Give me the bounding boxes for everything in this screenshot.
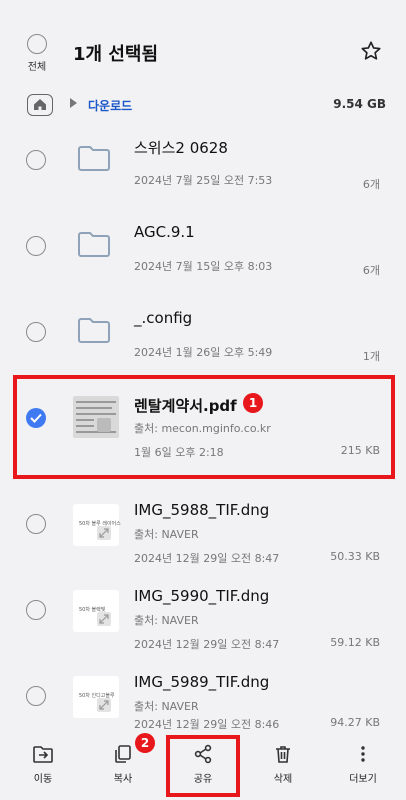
file-meta: 50.33 KB <box>330 550 380 563</box>
list-item[interactable]: 50차 블루 레이어스 IMG_5988_TIF.dng 출처: NAVER 2… <box>0 486 406 570</box>
move-label: 이동 <box>33 774 53 785</box>
file-name: _.config <box>134 309 193 327</box>
file-name: IMG_5988_TIF.dng <box>134 501 270 519</box>
file-name: IMG_5990_TIF.dng <box>134 587 270 605</box>
more-vertical-icon <box>361 746 365 762</box>
folder-icon <box>78 318 110 343</box>
selection-header: 전체 1개 선택됨 <box>0 0 406 88</box>
file-meta: 94.27 KB <box>330 716 380 729</box>
file-meta: 1개 <box>362 350 380 363</box>
row-checkbox[interactable] <box>26 514 46 534</box>
annotation-badge-1: 1 <box>243 393 263 413</box>
image-thumbnail: 50차 블랙빛 <box>73 590 119 632</box>
expand-icon <box>97 612 111 626</box>
home-button[interactable] <box>27 94 53 116</box>
delete-label: 삭제 <box>273 774 293 785</box>
list-item[interactable]: AGC.9.1 2024년 7월 15일 오후 8:03 6개 <box>0 208 406 292</box>
home-icon <box>34 99 46 110</box>
expand-icon <box>97 526 111 540</box>
select-all-label: 전체 <box>27 62 47 73</box>
more-label: 더보기 <box>349 774 377 785</box>
annotation-box-selected-file <box>13 375 395 479</box>
select-all-toggle[interactable]: 전체 <box>20 34 54 73</box>
copy-label: 복사 <box>113 774 133 785</box>
file-date: 2024년 1월 26일 오후 5:49 <box>134 346 273 359</box>
file-source: 출처: NAVER <box>134 700 199 713</box>
row-checkbox[interactable] <box>26 686 46 706</box>
expand-icon <box>97 698 111 712</box>
file-meta: 6개 <box>362 264 380 277</box>
file-meta: 59.12 KB <box>330 636 380 649</box>
image-thumbnail: 50차 블루 레이어스 <box>73 504 121 546</box>
storage-size: 9.54 GB <box>333 97 386 111</box>
select-all-checkbox[interactable] <box>27 34 47 54</box>
file-name: AGC.9.1 <box>134 223 195 241</box>
file-name: IMG_5989_TIF.dng <box>134 673 270 691</box>
copy-icon <box>115 745 131 763</box>
file-date: 2024년 12월 29일 오전 8:47 <box>134 638 280 651</box>
folder-icon <box>78 146 110 171</box>
row-checkbox[interactable] <box>26 322 46 342</box>
breadcrumb-folder[interactable]: 다운로드 <box>88 97 132 114</box>
row-checkbox[interactable] <box>26 236 46 256</box>
annotation-badge-2: 2 <box>135 733 155 753</box>
file-source: 출처: NAVER <box>134 614 199 627</box>
folder-icon <box>78 232 110 257</box>
trash-icon <box>276 746 290 763</box>
row-checkbox[interactable] <box>26 150 46 170</box>
list-item[interactable]: 50차 블랙빛 IMG_5990_TIF.dng 출처: NAVER 2024년… <box>0 572 406 656</box>
move-button[interactable]: 이동 <box>13 744 73 785</box>
file-name: 스위스2 0628 <box>134 139 228 157</box>
star-icon[interactable] <box>360 40 382 62</box>
annotation-box-share <box>166 735 240 797</box>
breadcrumb-arrow-icon <box>70 98 77 108</box>
file-source: 출처: NAVER <box>134 528 199 541</box>
image-thumbnail: 50차 인디고블루 <box>73 676 119 718</box>
page-title: 1개 선택됨 <box>73 44 159 65</box>
row-checkbox[interactable] <box>26 600 46 620</box>
breadcrumb: 다운로드 9.54 GB <box>0 88 406 122</box>
file-meta: 6개 <box>362 178 380 191</box>
list-item[interactable]: 스위스2 0628 2024년 7월 25일 오전 7:53 6개 <box>0 122 406 206</box>
list-item[interactable]: _.config 2024년 1월 26일 오후 5:49 1개 <box>0 294 406 378</box>
more-button[interactable]: 더보기 <box>333 744 393 785</box>
move-icon <box>33 746 53 763</box>
file-date: 2024년 7월 15일 오후 8:03 <box>134 260 273 273</box>
file-date: 2024년 7월 25일 오전 7:53 <box>134 174 273 187</box>
file-date: 2024년 12월 29일 오전 8:47 <box>134 552 280 565</box>
delete-button[interactable]: 삭제 <box>253 744 313 785</box>
